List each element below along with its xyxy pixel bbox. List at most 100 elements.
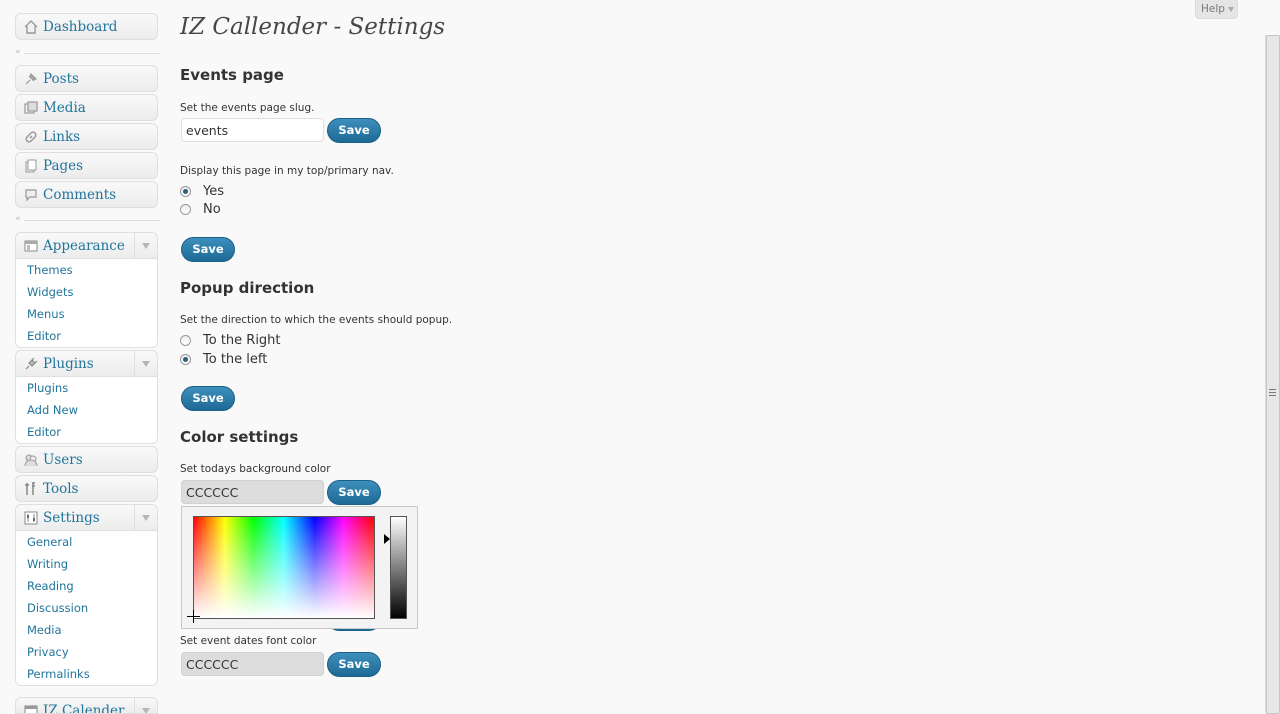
sidebar-item-label: IZ Calender <box>43 703 125 714</box>
sidebar-item-appearance[interactable]: Appearance <box>15 232 158 259</box>
submenu-item-privacy[interactable]: Privacy <box>16 641 157 663</box>
page-title: IZ Callender - Settings <box>180 14 446 40</box>
submenu-item-widgets[interactable]: Widgets <box>16 281 157 303</box>
sidebar-item-label: Tools <box>43 481 79 497</box>
dates-color-description: Set event dates font color <box>180 635 317 647</box>
sidebar-item-label: Plugins <box>43 356 94 372</box>
submenu-item-permalinks[interactable]: Permalinks <box>16 663 157 685</box>
sidebar-item-pages[interactable]: Pages <box>15 152 158 179</box>
radio-label-yes: Yes <box>203 183 224 199</box>
link-icon <box>23 129 39 145</box>
help-button[interactable]: Help <box>1195 0 1238 19</box>
submenu-item-discussion[interactable]: Discussion <box>16 597 157 619</box>
scroll-grip-icon <box>1269 389 1276 398</box>
expand-toggle[interactable] <box>134 233 157 258</box>
submenu-item-editor[interactable]: Editor <box>16 421 157 443</box>
submenu-item-add-new[interactable]: Add New <box>16 399 157 421</box>
today-color-description: Set todays background color <box>180 463 331 475</box>
radio-label-left: To the left <box>203 351 268 367</box>
sidebar-item-label: Pages <box>43 158 84 174</box>
sidebar-item-dashboard[interactable]: Dashboard <box>15 13 158 40</box>
sidebar-item-plugins[interactable]: Plugins <box>15 350 158 377</box>
popup-option-right[interactable]: To the Right <box>180 332 281 348</box>
chevron-down-icon <box>142 514 150 521</box>
sidebar-item-posts[interactable]: Posts <box>15 65 158 92</box>
sidebar-item-settings[interactable]: Settings <box>15 504 158 531</box>
submenu-item-general[interactable]: General <box>16 531 157 553</box>
section-heading-popup-direction: Popup direction <box>180 279 315 297</box>
appearance-icon <box>23 238 39 254</box>
save-popup-button[interactable]: Save <box>181 386 235 411</box>
events-slug-input[interactable] <box>181 118 324 142</box>
popup-description: Set the direction to which the events sh… <box>180 314 453 326</box>
radio-right[interactable] <box>180 334 191 346</box>
submenu-item-writing[interactable]: Writing <box>16 553 157 575</box>
sidebar-item-label: Links <box>43 129 81 145</box>
radio-yes[interactable] <box>180 185 191 197</box>
settings-submenu: General Writing Reading Discussion Media… <box>15 531 158 686</box>
chevron-down-icon <box>142 242 150 249</box>
submenu-item-editor[interactable]: Editor <box>16 325 157 347</box>
expand-toggle[interactable] <box>134 351 157 376</box>
menu-separator: « <box>15 48 160 57</box>
sidebar-item-comments[interactable]: Comments <box>15 181 158 208</box>
slug-description: Set the events page slug. <box>180 102 315 114</box>
nav-description: Display this page in my top/primary nav. <box>180 165 394 177</box>
sidebar-item-label: Posts <box>43 71 79 87</box>
menu-separator: « <box>15 215 160 224</box>
help-label: Help <box>1201 3 1225 15</box>
media-icon <box>23 100 39 116</box>
appearance-submenu: Themes Widgets Menus Editor <box>15 259 158 348</box>
pages-icon <box>23 158 39 174</box>
save-dates-color-button[interactable]: Save <box>327 652 381 677</box>
tools-icon <box>23 481 39 497</box>
comment-bubble-icon <box>23 187 39 203</box>
radio-label-right: To the Right <box>203 332 281 348</box>
expand-toggle[interactable] <box>134 698 157 713</box>
submenu-item-reading[interactable]: Reading <box>16 575 157 597</box>
sidebar-item-label: Users <box>43 452 83 468</box>
color-picker-popup[interactable] <box>181 506 418 629</box>
submenu-item-themes[interactable]: Themes <box>16 259 157 281</box>
save-nav-button[interactable]: Save <box>181 237 235 262</box>
radio-no[interactable] <box>180 203 191 215</box>
chevron-down-icon <box>142 707 150 713</box>
plugins-submenu: Plugins Add New Editor <box>15 377 158 444</box>
expand-toggle[interactable] <box>134 505 157 530</box>
scrollbar-thumb[interactable] <box>1266 35 1280 714</box>
section-heading-color-settings: Color settings <box>180 428 299 446</box>
dates-color-input[interactable] <box>181 652 324 676</box>
sidebar-item-users[interactable]: Users <box>15 446 158 473</box>
radio-left[interactable] <box>180 353 191 365</box>
popup-option-left[interactable]: To the left <box>180 351 267 367</box>
nav-option-yes[interactable]: Yes <box>180 183 224 199</box>
calendar-icon <box>23 703 39 713</box>
save-slug-button[interactable]: Save <box>327 118 381 143</box>
save-today-color-button[interactable]: Save <box>327 480 381 505</box>
sidebar-item-label: Appearance <box>43 238 125 254</box>
submenu-item-media[interactable]: Media <box>16 619 157 641</box>
section-heading-events-page: Events page <box>180 66 284 84</box>
users-icon <box>23 452 39 468</box>
sidebar-item-iz-calender[interactable]: IZ Calender <box>15 697 158 714</box>
sidebar-item-label: Comments <box>43 187 117 203</box>
sidebar-item-tools[interactable]: Tools <box>15 475 158 502</box>
chevron-down-icon <box>1227 6 1234 12</box>
chevron-down-icon <box>142 360 150 367</box>
today-color-input[interactable] <box>181 480 324 504</box>
submenu-item-menus[interactable]: Menus <box>16 303 157 325</box>
sidebar-item-links[interactable]: Links <box>15 123 158 150</box>
sidebar-item-media[interactable]: Media <box>15 94 158 121</box>
sidebar-item-label: Dashboard <box>43 19 118 35</box>
sidebar-item-label: Settings <box>43 510 100 526</box>
submenu-item-plugins[interactable]: Plugins <box>16 377 157 399</box>
sidebar-item-label: Media <box>43 100 86 116</box>
luminance-slider[interactable] <box>390 516 407 619</box>
collapse-arrow-icon[interactable]: « <box>15 215 24 224</box>
plug-icon <box>23 356 39 372</box>
settings-sliders-icon <box>23 510 39 526</box>
color-spectrum[interactable] <box>193 516 375 619</box>
collapse-arrow-icon[interactable]: « <box>15 48 24 57</box>
crosshair-cursor-icon <box>187 610 200 623</box>
nav-option-no[interactable]: No <box>180 201 221 217</box>
